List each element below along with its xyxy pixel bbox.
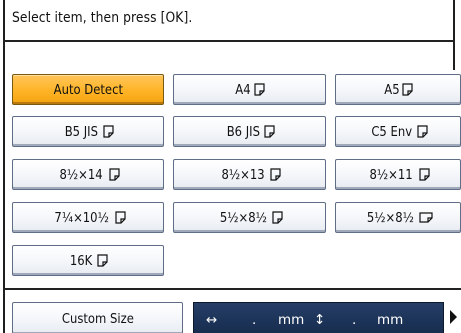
5-5x8-5-landscape-button[interactable]: 5½×8½	[335, 202, 461, 233]
8-5x13-button[interactable]: 8½×13	[173, 159, 326, 190]
5-5x8-5-portrait-button[interactable]: 5½×8½	[173, 202, 326, 233]
button-label: Auto Detect	[53, 81, 123, 98]
button-label: A5	[383, 81, 400, 98]
auto-detect-button[interactable]: Auto Detect	[12, 74, 164, 105]
footer-divider	[3, 288, 461, 290]
scroll-right-arrow-icon[interactable]	[450, 310, 457, 324]
vertical-value: .	[352, 312, 357, 328]
frame-right-border	[453, 0, 455, 70]
horizontal-unit: mm	[278, 312, 305, 328]
header-divider	[3, 40, 455, 42]
7-25x10-5-button[interactable]: 7¼×10½	[12, 202, 164, 233]
button-label: 5½×8½	[219, 209, 267, 226]
portrait-paper-icon	[272, 211, 283, 224]
8-5x14-button[interactable]: 8½×14	[12, 159, 164, 190]
portrait-paper-icon	[264, 125, 275, 138]
c5-env-button[interactable]: C5 Env	[335, 116, 461, 147]
button-label: B6 JIS	[226, 123, 260, 140]
button-label: 5½×8½	[366, 209, 414, 226]
portrait-paper-icon	[254, 83, 265, 96]
portrait-paper-icon	[96, 254, 108, 267]
b6-jis-button[interactable]: B6 JIS	[173, 116, 326, 147]
button-label: C5 Env	[371, 123, 412, 140]
button-label: Custom Size	[61, 310, 134, 327]
custom-size-field[interactable]: ↔ . mm ↕ . mm	[193, 302, 444, 333]
horizontal-arrow-icon: ↔	[206, 312, 218, 328]
portrait-paper-icon	[402, 83, 414, 96]
portrait-paper-icon	[115, 211, 126, 224]
portrait-paper-icon	[417, 125, 428, 138]
portrait-paper-icon	[270, 168, 281, 181]
button-label: B5 JIS	[64, 123, 99, 140]
vertical-unit: mm	[377, 312, 404, 328]
button-label: A4	[235, 81, 251, 98]
button-label: 16K	[70, 252, 93, 269]
button-label: 8½×11	[369, 166, 414, 183]
button-label: 7¼×10½	[54, 209, 109, 226]
instruction-text: Select item, then press [OK].	[12, 10, 193, 26]
custom-size-button[interactable]: Custom Size	[12, 302, 183, 333]
portrait-paper-icon	[418, 168, 430, 181]
button-label: 8½×13	[221, 166, 265, 183]
horizontal-value: .	[252, 312, 257, 328]
frame-left-border	[3, 0, 5, 333]
button-label: 8½×14	[59, 166, 104, 183]
8-5x11-button[interactable]: 8½×11	[335, 159, 461, 190]
portrait-paper-icon	[108, 168, 120, 181]
16k-button[interactable]: 16K	[12, 245, 164, 276]
a5-button[interactable]: A5	[335, 74, 461, 105]
b5-jis-button[interactable]: B5 JIS	[12, 116, 164, 147]
portrait-paper-icon	[103, 125, 114, 138]
landscape-paper-icon	[419, 212, 433, 223]
a4-button[interactable]: A4	[173, 74, 326, 105]
vertical-arrow-icon: ↕	[314, 312, 326, 328]
paper-size-screen: Select item, then press [OK]. Auto Detec…	[0, 0, 461, 333]
